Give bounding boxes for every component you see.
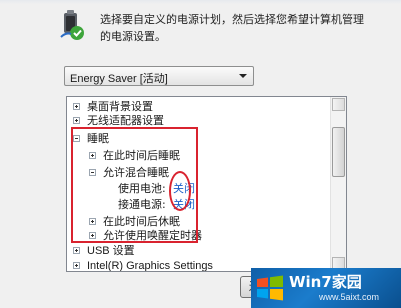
tree-scrollbar[interactable] bbox=[330, 97, 346, 271]
chevron-down-icon bbox=[239, 74, 247, 78]
expand-plus-icon[interactable] bbox=[73, 247, 80, 254]
power-plan-selected: Energy Saver [活动] bbox=[70, 73, 168, 85]
power-plan-dropdown[interactable]: Energy Saver [活动] bbox=[64, 66, 254, 86]
power-options-window: 选择要自定义的电源计划，然后选择您希望计算机管理的电源设置。 Energy Sa… bbox=[0, 0, 401, 308]
windows-flag-icon bbox=[257, 275, 283, 301]
scrollbar-thumb[interactable] bbox=[332, 127, 345, 177]
expand-plus-icon[interactable] bbox=[73, 262, 80, 269]
expand-plus-icon[interactable] bbox=[73, 117, 80, 124]
tree-item-label: Intel(R) Graphics Settings bbox=[87, 260, 213, 272]
expand-plus-icon[interactable] bbox=[73, 103, 80, 110]
tree-item-label: USB 设置 bbox=[87, 245, 135, 257]
plan-description: 选择要自定义的电源计划，然后选择您希望计算机管理的电源设置。 bbox=[100, 13, 364, 43]
tree-item-label: 桌面背景设置 bbox=[87, 100, 153, 113]
watermark-site: www.5aixt.com bbox=[319, 292, 380, 302]
battery-plug-icon bbox=[60, 10, 84, 40]
highlight-ellipse bbox=[169, 171, 191, 211]
tree-item-label: 无线适配器设置 bbox=[87, 114, 164, 127]
watermark-logo: Win7家园 www.5aixt.com bbox=[251, 268, 401, 308]
scroll-up-arrow-icon[interactable] bbox=[332, 98, 345, 111]
watermark-brand: Win7家园 bbox=[289, 273, 362, 291]
window-top-edge bbox=[0, 0, 401, 4]
